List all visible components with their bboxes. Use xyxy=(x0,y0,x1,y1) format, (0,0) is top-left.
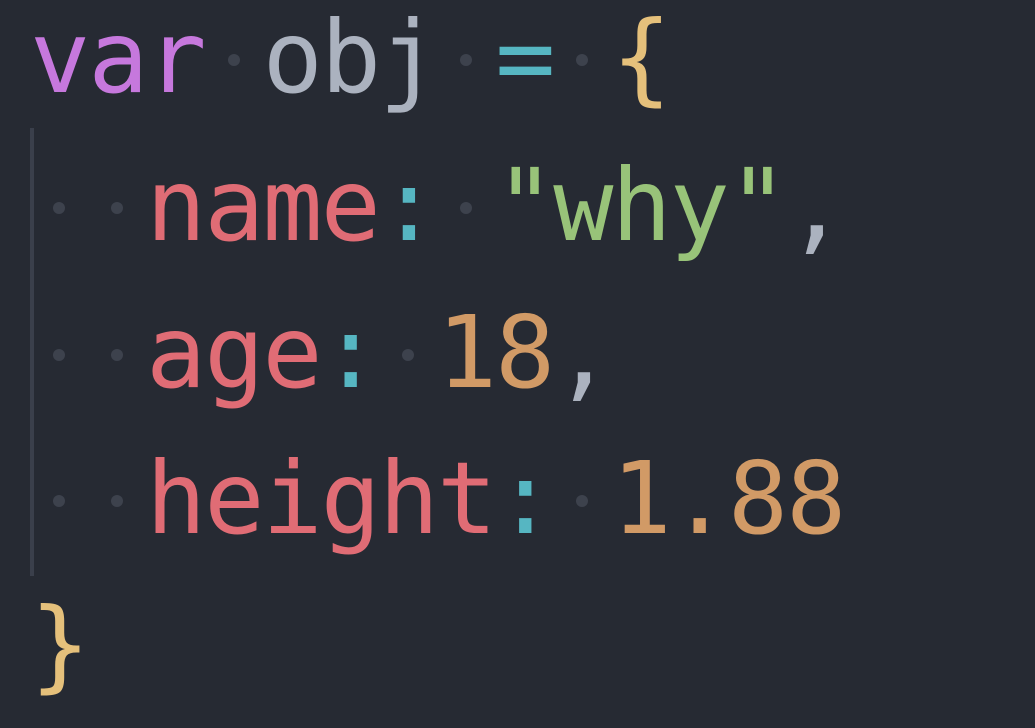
comma: , xyxy=(786,147,846,264)
whitespace-dot xyxy=(205,0,263,131)
colon: : xyxy=(378,147,439,264)
code-line-3[interactable]: age:18, xyxy=(30,280,613,426)
code-editor[interactable]: var obj ={ name: "why", age:18, height:1.88… xyxy=(0,0,1035,728)
obj-identifier: obj xyxy=(262,0,440,116)
age-number-value: 18 xyxy=(436,294,555,411)
whitespace-dot xyxy=(88,280,146,426)
code-line-1[interactable]: var obj = { xyxy=(30,0,672,131)
open-brace: { xyxy=(611,0,671,116)
whitespace-dot xyxy=(553,0,611,131)
whitespace-dot xyxy=(437,133,495,279)
whitespace-dot xyxy=(30,426,88,572)
comma: , xyxy=(553,294,613,411)
colon: : xyxy=(495,440,555,557)
code-line-4[interactable]: height:1.88 xyxy=(30,426,846,572)
whitespace-dot xyxy=(437,0,495,131)
age-property: age xyxy=(146,294,323,411)
whitespace-dot xyxy=(30,133,88,279)
height-property: height xyxy=(146,440,497,557)
name-string-value: "why" xyxy=(495,147,788,264)
close-brace: } xyxy=(30,586,90,703)
whitespace-dot xyxy=(379,280,437,426)
code-line-2[interactable]: name: "why", xyxy=(30,133,846,279)
height-number-value: 1.88 xyxy=(611,440,846,557)
whitespace-dot xyxy=(88,426,146,572)
whitespace-dot xyxy=(88,133,146,279)
name-property: name xyxy=(146,147,381,264)
whitespace-dot xyxy=(30,280,88,426)
whitespace-dot xyxy=(553,426,611,572)
code-line-5[interactable]: } xyxy=(30,572,90,718)
var-keyword: var xyxy=(30,0,207,116)
assignment-operator: = xyxy=(495,0,555,116)
colon: : xyxy=(320,294,381,411)
